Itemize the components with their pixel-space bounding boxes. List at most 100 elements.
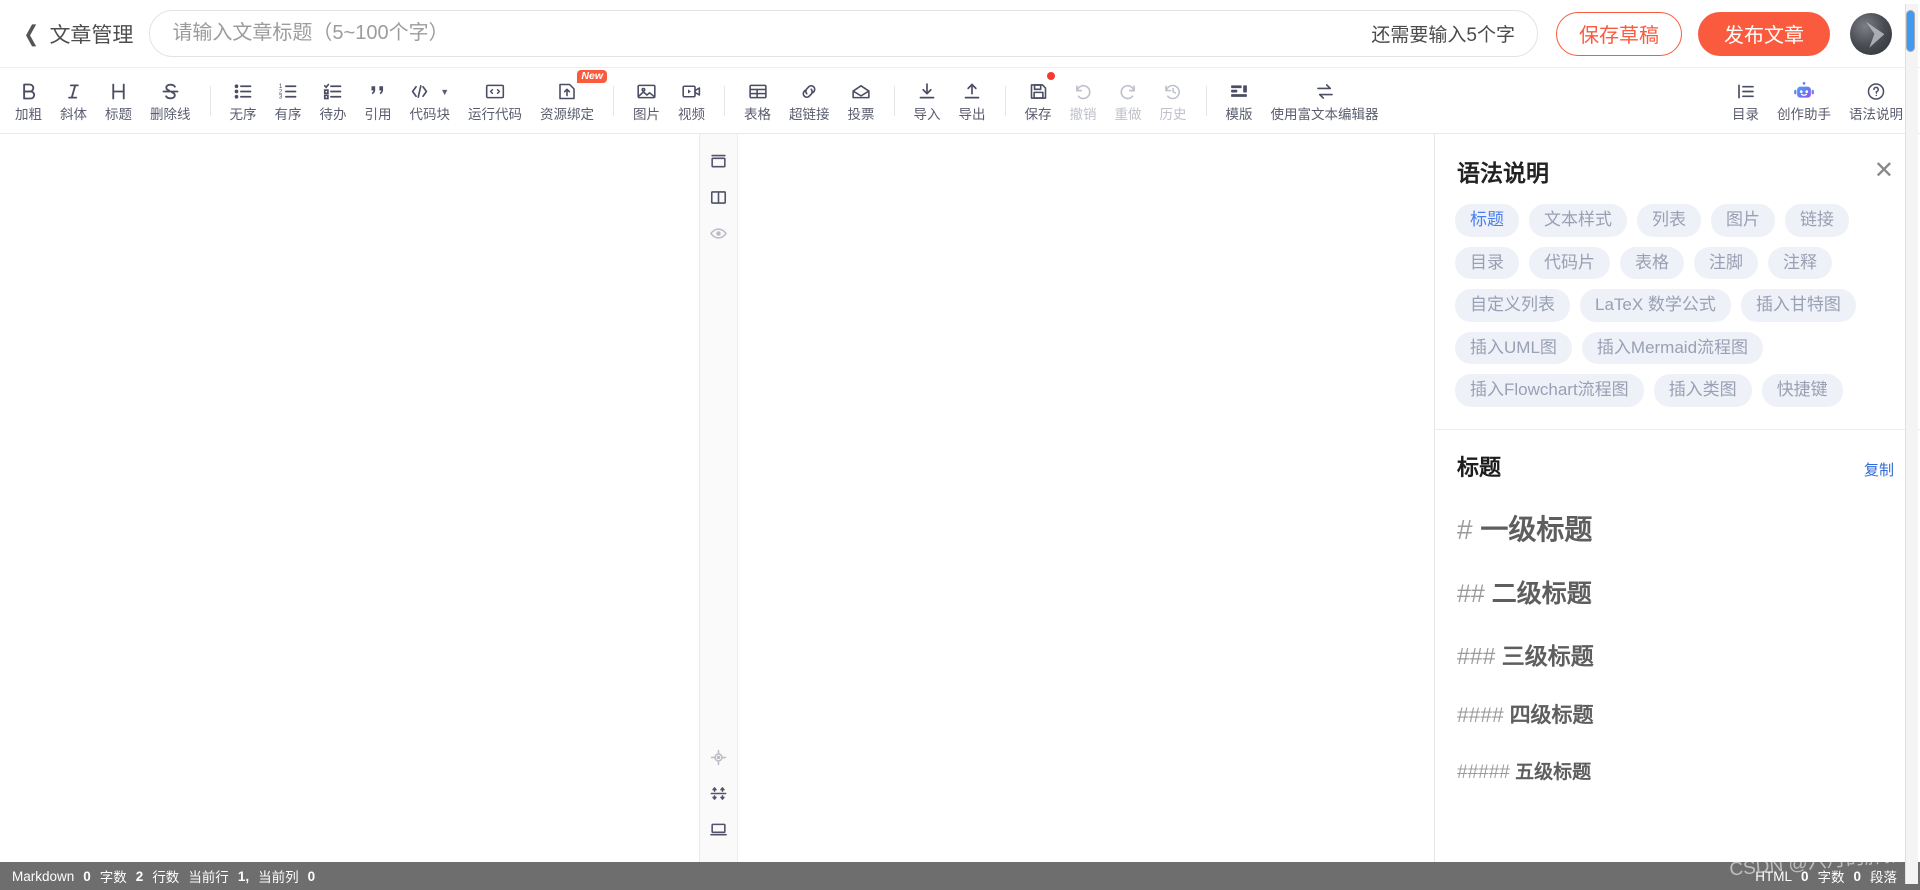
tool-ai-assistant[interactable]: 创作助手 (1768, 71, 1840, 131)
tool-syntax-help[interactable]: 语法说明 (1840, 71, 1912, 131)
status-right-para-label: 段落 (1870, 870, 1897, 885)
sync-scroll-icon[interactable] (706, 744, 732, 770)
close-icon[interactable]: ✕ (1874, 159, 1894, 183)
tool-undo[interactable]: 撤销 (1061, 71, 1106, 131)
syntax-tag-list[interactable]: 列表 (1637, 204, 1701, 237)
single-column-view-icon[interactable] (706, 148, 732, 174)
tool-strikethrough[interactable]: 删除线 (141, 71, 200, 131)
tool-label: 导出 (958, 107, 986, 123)
status-cursor-col-label: 当前列 (258, 870, 299, 885)
hash-prefix: ##### (1457, 761, 1510, 783)
publish-article-button[interactable]: 发布文章 (1698, 11, 1830, 56)
vote-icon (850, 79, 872, 104)
article-title-input[interactable] (172, 22, 1360, 45)
status-right-para-value: 0 (1853, 868, 1861, 884)
tool-export[interactable]: 导出 (950, 71, 995, 131)
tool-image[interactable]: 图片 (624, 71, 669, 131)
tool-run-code[interactable]: 运行代码 (459, 71, 531, 131)
quote-icon (368, 79, 389, 104)
tool-label: 语法说明 (1849, 107, 1903, 123)
tool-heading[interactable]: 标题 (96, 71, 141, 131)
syntax-tag-toc[interactable]: 目录 (1455, 246, 1519, 280)
syntax-tag-mermaid[interactable]: 插入Mermaid流程图 (1581, 331, 1764, 365)
tool-save[interactable]: 保存 (1016, 71, 1061, 131)
syntax-tag-latex[interactable]: LaTeX 数学公式 (1580, 289, 1731, 322)
syntax-tag-gantt[interactable]: 插入甘特图 (1740, 289, 1856, 322)
toolbar-divider (1205, 85, 1207, 116)
fullscreen-icon[interactable] (706, 816, 732, 842)
unsaved-indicator-dot (1046, 71, 1055, 80)
copy-link[interactable]: 复制 (1864, 459, 1894, 480)
back-to-article-management[interactable]: ❮ 文章管理 (22, 19, 133, 49)
syntax-panel-title: 语法说明 (1457, 160, 1549, 186)
syntax-tag-text-style[interactable]: 文本样式 (1529, 204, 1627, 237)
code-block-icon: ▼ (410, 79, 449, 104)
window-scrollbar[interactable] (1905, 4, 1918, 884)
syntax-tag-flowchart[interactable]: 插入Flowchart流程图 (1455, 374, 1644, 407)
status-right: HTML 0 字数 0 段落 (1755, 866, 1906, 886)
syntax-tag-shortcuts[interactable]: 快捷键 (1761, 374, 1843, 407)
syntax-tag-custom-list[interactable]: 自定义列表 (1455, 289, 1570, 322)
syntax-tag-uml[interactable]: 插入UML图 (1455, 331, 1572, 365)
fit-width-icon[interactable] (706, 780, 732, 806)
tool-label: 运行代码 (468, 107, 522, 123)
new-badge: New (577, 69, 607, 83)
tool-import[interactable]: 导入 (905, 71, 950, 131)
syntax-section-header: 标题 复制 (1435, 430, 1920, 482)
syntax-tag-code-snippet[interactable]: 代码片 (1529, 246, 1610, 280)
heading-icon (108, 79, 129, 104)
status-mode: Markdown (12, 868, 75, 884)
tool-template[interactable]: 模版 (1217, 71, 1262, 131)
user-avatar[interactable] (1850, 12, 1892, 55)
markdown-editor-app: ❮ 文章管理 还需要输入5个字 保存草稿 发布文章 加粗 斜体 (0, 0, 1920, 890)
ai-assistant-icon (1792, 79, 1816, 104)
tool-vote[interactable]: 投票 (839, 71, 884, 131)
tool-unordered-list[interactable]: 无序 (221, 71, 266, 131)
tool-italic[interactable]: 斜体 (51, 71, 96, 131)
tool-code-block[interactable]: ▼ 代码块 (401, 71, 460, 131)
tool-outline[interactable]: 目录 (1723, 71, 1768, 131)
toolbar-divider (724, 85, 725, 116)
ordered-list-icon: 123 (278, 79, 299, 104)
tool-switch-rich-text-editor[interactable]: 使用富文本编辑器 (1262, 71, 1388, 131)
tool-label: 表格 (744, 107, 771, 123)
syntax-example-h5: ##### 五级标题 (1457, 739, 1898, 795)
tool-table[interactable]: 表格 (735, 71, 780, 131)
tool-hyperlink[interactable]: 超链接 (780, 71, 839, 131)
bold-icon (18, 79, 39, 104)
tool-label: 投票 (847, 107, 875, 123)
markdown-source-editor[interactable] (0, 134, 700, 862)
window-scrollbar-thumb[interactable] (1906, 10, 1915, 52)
tool-resource-bind[interactable]: New 资源绑定 (531, 69, 607, 131)
tool-video[interactable]: 视频 (669, 71, 714, 131)
example-text: 三级标题 (1501, 642, 1594, 669)
syntax-tag-comment[interactable]: 注释 (1768, 246, 1832, 280)
tool-redo[interactable]: 重做 (1106, 71, 1151, 131)
tool-history[interactable]: 历史 (1151, 71, 1196, 131)
back-label: 文章管理 (49, 23, 134, 47)
strikethrough-icon (160, 79, 181, 104)
syntax-tag-link[interactable]: 链接 (1785, 204, 1849, 237)
status-word-count-value: 0 (83, 868, 91, 884)
preview-eye-icon[interactable] (706, 220, 732, 246)
tool-label: 历史 (1159, 107, 1187, 123)
syntax-tag-footnote[interactable]: 注脚 (1694, 246, 1758, 280)
split-view-icon[interactable] (706, 184, 732, 210)
template-icon (1228, 79, 1250, 104)
tool-label: 使用富文本编辑器 (1270, 107, 1379, 123)
syntax-tag-heading[interactable]: 标题 (1455, 204, 1519, 237)
tool-todo-list[interactable]: 待办 (311, 71, 356, 131)
tool-ordered-list[interactable]: 123 有序 (266, 71, 311, 131)
video-icon (680, 79, 703, 104)
link-icon (798, 79, 820, 104)
save-draft-button[interactable]: 保存草稿 (1556, 11, 1682, 56)
syntax-example-h4: #### 四级标题 (1457, 681, 1898, 739)
article-title-field[interactable]: 还需要输入5个字 (149, 10, 1538, 57)
syntax-tag-class-diagram[interactable]: 插入类图 (1653, 374, 1752, 407)
syntax-tag-image[interactable]: 图片 (1711, 204, 1775, 237)
tool-bold[interactable]: 加粗 (6, 71, 51, 131)
tool-quote[interactable]: 引用 (356, 71, 401, 131)
syntax-tag-table[interactable]: 表格 (1620, 246, 1684, 280)
help-icon (1865, 79, 1887, 104)
export-icon (961, 79, 983, 104)
